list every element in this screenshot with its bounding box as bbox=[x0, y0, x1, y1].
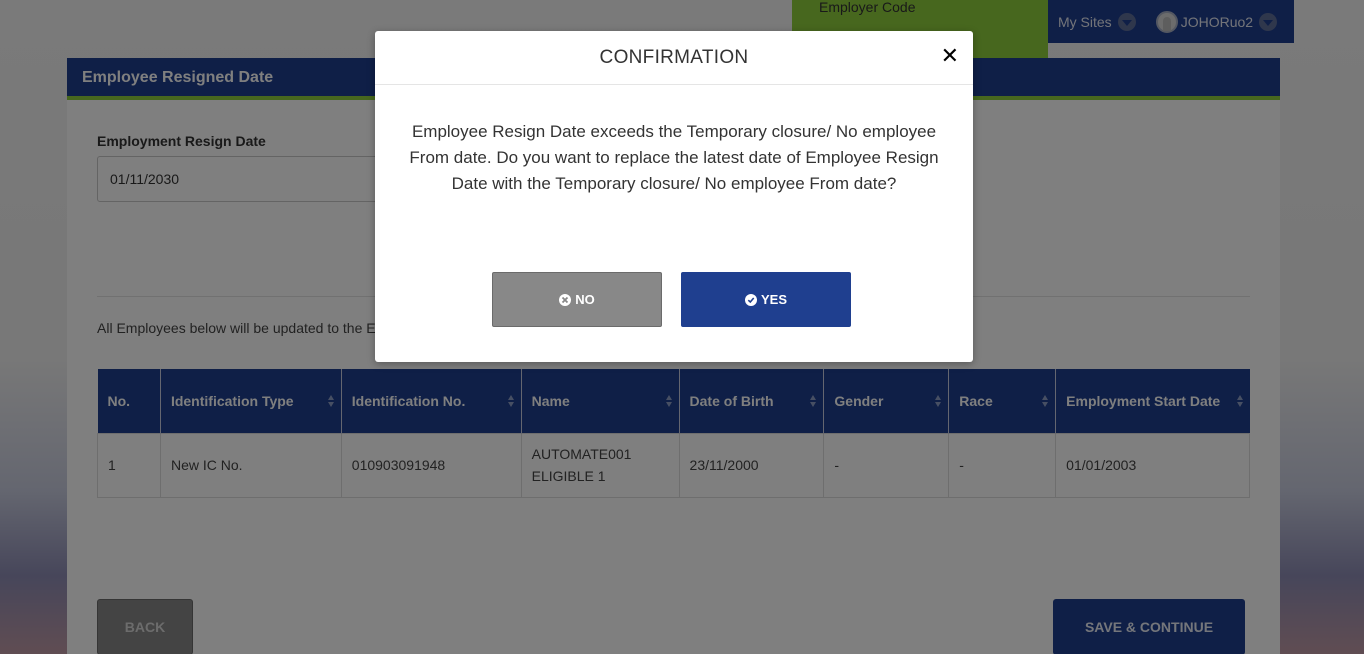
yes-button[interactable]: YES bbox=[681, 272, 851, 327]
close-icon[interactable]: ✕ bbox=[941, 46, 959, 68]
dialog-title: CONFIRMATION bbox=[599, 47, 749, 68]
dialog-message: Employee Resign Date exceeds the Tempora… bbox=[409, 122, 939, 193]
check-circle-icon bbox=[744, 293, 757, 306]
confirmation-dialog: CONFIRMATION ✕ Employee Resign Date exce… bbox=[375, 31, 973, 362]
no-button[interactable]: NO bbox=[492, 272, 662, 327]
no-button-label: NO bbox=[575, 292, 595, 307]
dialog-header: CONFIRMATION ✕ bbox=[375, 31, 973, 85]
yes-button-label: YES bbox=[760, 292, 787, 307]
times-circle-icon bbox=[559, 293, 572, 306]
